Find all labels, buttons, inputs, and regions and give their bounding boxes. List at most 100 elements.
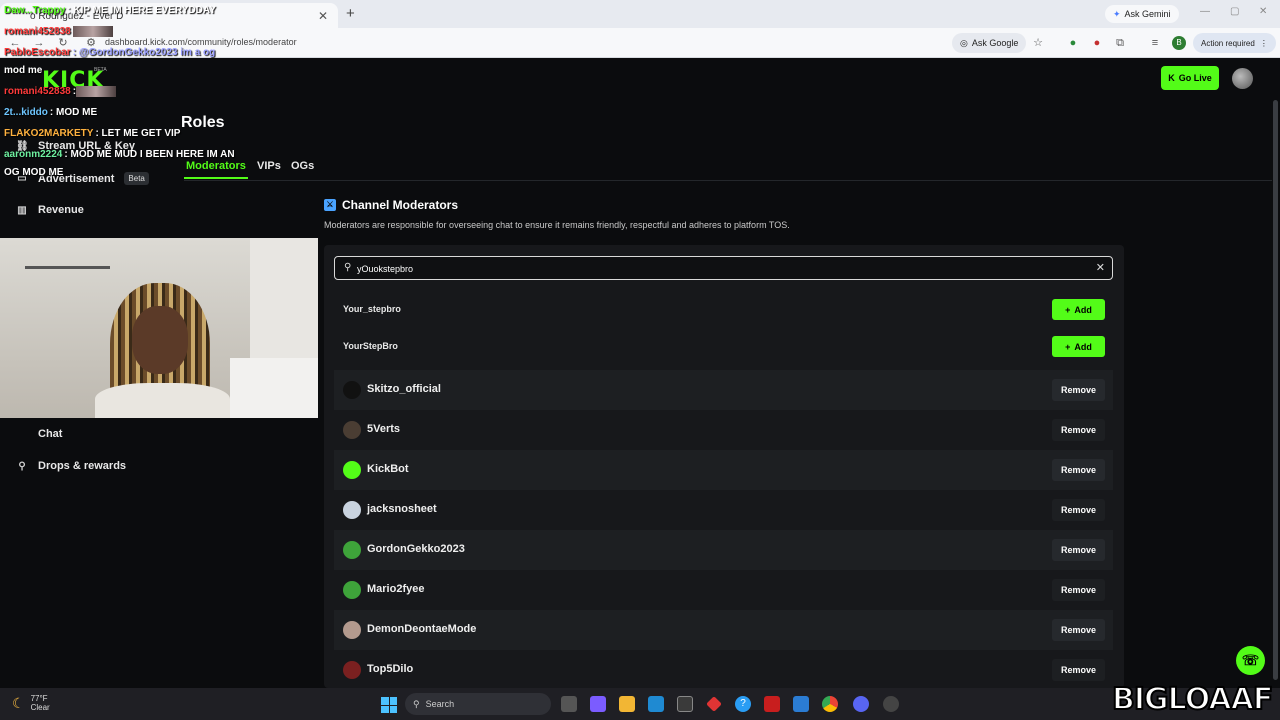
extensions-puzzle-icon[interactable]: ⧉ <box>1113 36 1127 50</box>
moderator-avatar <box>343 461 361 479</box>
remove-moderator-button[interactable]: Remove <box>1052 379 1105 401</box>
ask-google-button[interactable]: ◎ Ask Google <box>952 33 1027 53</box>
moderator-name[interactable]: KickBot <box>367 463 409 475</box>
remove-moderator-button[interactable]: Remove <box>1052 419 1105 441</box>
edge-icon[interactable] <box>648 696 664 712</box>
moderator-avatar <box>343 421 361 439</box>
bookmark-star-icon[interactable]: ☆ <box>1031 36 1045 50</box>
moderator-name[interactable]: 5Verts <box>367 423 400 435</box>
chat-text: mod me <box>4 65 43 76</box>
moderator-avatar <box>343 581 361 599</box>
file-explorer-icon[interactable] <box>619 696 635 712</box>
remove-moderator-button[interactable]: Remove <box>1052 459 1105 481</box>
go-live-button[interactable]: K Go Live <box>1161 66 1219 90</box>
task-view-icon[interactable] <box>561 696 577 712</box>
remove-moderator-button[interactable]: Remove <box>1052 619 1105 641</box>
moderator-name[interactable]: Top5Dilo <box>367 663 413 675</box>
reading-list-icon[interactable]: ≡ <box>1148 36 1162 50</box>
user-avatar[interactable] <box>1232 68 1253 89</box>
search-result-name: YourStepBro <box>343 341 398 351</box>
add-label: Add <box>1074 304 1092 315</box>
add-label: Add <box>1074 341 1092 352</box>
action-required-button[interactable]: Action required ⋮ <box>1193 33 1276 53</box>
sidebar-item-drops[interactable]: ⚲ Drops & rewards <box>16 460 126 472</box>
chat-emote <box>76 86 117 97</box>
support-chat-button[interactable]: ☏ <box>1236 646 1265 675</box>
profile-avatar[interactable]: B <box>1172 36 1186 50</box>
chat-username: PabloEscobar <box>4 47 71 58</box>
temperature: 77°F <box>30 694 48 703</box>
maximize-icon[interactable]: ▢ <box>1230 6 1239 17</box>
discord-icon[interactable] <box>853 696 869 712</box>
taskbar-search[interactable]: ⚲ Search <box>405 693 551 715</box>
chat-text: : @GordonGekko2023 im a og <box>72 47 216 58</box>
remove-moderator-button[interactable]: Remove <box>1052 579 1105 601</box>
moderator-name[interactable]: jacksnosheet <box>367 503 437 515</box>
mcafee-icon[interactable] <box>764 696 780 712</box>
mail-icon[interactable] <box>793 696 809 712</box>
remove-moderator-button[interactable]: Remove <box>1052 499 1105 521</box>
remove-moderator-button[interactable]: Remove <box>1052 539 1105 561</box>
sidebar-item-chat[interactable]: Chat <box>16 428 62 440</box>
help-icon[interactable]: ? <box>735 696 751 712</box>
sidebar-item-revenue[interactable]: ▥ Revenue <box>16 204 84 216</box>
section-description: Moderators are responsible for overseein… <box>324 220 790 230</box>
tab-ogs[interactable]: OGs <box>291 160 314 172</box>
remove-moderator-button[interactable]: Remove <box>1052 659 1105 681</box>
moderator-row: GordonGekko2023 Remove <box>334 530 1113 570</box>
kick-k-icon: K <box>1168 73 1175 83</box>
tabs-divider <box>184 180 1272 181</box>
app-icon[interactable] <box>706 696 722 712</box>
add-moderator-button[interactable]: + Add <box>1052 336 1105 357</box>
moderator-row: 5Verts Remove <box>334 410 1113 450</box>
minimize-icon[interactable]: — <box>1200 6 1210 17</box>
moderator-row: jacksnosheet Remove <box>334 490 1113 530</box>
obs-icon[interactable] <box>883 696 899 712</box>
chat-message: romani452838 <box>4 26 113 37</box>
moderator-sword-icon: ⚔ <box>324 199 336 211</box>
chat-message: mod me <box>4 65 42 76</box>
page-title: Roles <box>181 114 225 131</box>
moderator-avatar <box>343 621 361 639</box>
more-menu-icon: ⋮ <box>1259 38 1268 48</box>
close-window-icon[interactable]: ✕ <box>1259 6 1267 17</box>
streamer-shirt <box>95 383 230 418</box>
webcam-background-rack <box>25 266 110 326</box>
sidebar-item-label: Drops & rewards <box>38 460 127 472</box>
logo-beta-badge: BETA <box>94 67 107 73</box>
moderator-row: Mario2fyee Remove <box>334 570 1113 610</box>
store-icon[interactable] <box>677 696 693 712</box>
weather-widget[interactable]: ☾ 77°F Clear <box>12 694 50 712</box>
clear-search-icon[interactable]: ✕ <box>1096 261 1105 274</box>
beta-badge: Beta <box>124 172 149 185</box>
webcam-overlay <box>0 238 318 418</box>
windows-taskbar: ☾ 77°F Clear ⚲ Search ? <box>0 688 1280 720</box>
streamer-face <box>132 306 188 374</box>
chrome-icon[interactable] <box>822 696 838 712</box>
extension-icon[interactable]: ● <box>1066 36 1080 50</box>
moderator-name[interactable]: Mario2fyee <box>367 583 424 595</box>
search-icon: ⚲ <box>413 698 420 709</box>
search-box[interactable]: ⚲ ✕ <box>334 256 1113 280</box>
chat-username: FLAKO2MARKETY <box>4 128 94 139</box>
search-input[interactable] <box>357 261 1077 276</box>
url-field[interactable]: dashboard.kick.com/community/roles/moder… <box>105 37 297 47</box>
moderator-name[interactable]: GordonGekko2023 <box>367 543 465 555</box>
moderator-name[interactable]: DemonDeontaeMode <box>367 623 476 635</box>
active-tab-indicator <box>184 177 248 179</box>
ask-gemini-button[interactable]: ✦ Ask Gemini <box>1105 5 1179 23</box>
copilot-icon[interactable] <box>590 696 606 712</box>
moderator-avatar <box>343 381 361 399</box>
page-scrollbar[interactable] <box>1273 100 1278 680</box>
chat-username: 2t...kiddo <box>4 107 48 118</box>
gemini-icon: ✦ <box>1113 8 1121 19</box>
tab-moderators[interactable]: Moderators <box>186 160 246 172</box>
extension-icon[interactable]: ● <box>1090 36 1104 50</box>
moderator-name[interactable]: Skitzo_official <box>367 383 441 395</box>
chat-message: aaronm2224: MOD ME MUD I BEEN HERE IM AN <box>4 149 235 160</box>
add-moderator-button[interactable]: + Add <box>1052 299 1105 320</box>
tab-close-icon[interactable]: ✕ <box>318 9 328 23</box>
tab-vips[interactable]: VIPs <box>257 160 281 172</box>
windows-start-icon[interactable] <box>381 697 397 713</box>
new-tab-icon[interactable]: + <box>346 5 355 22</box>
